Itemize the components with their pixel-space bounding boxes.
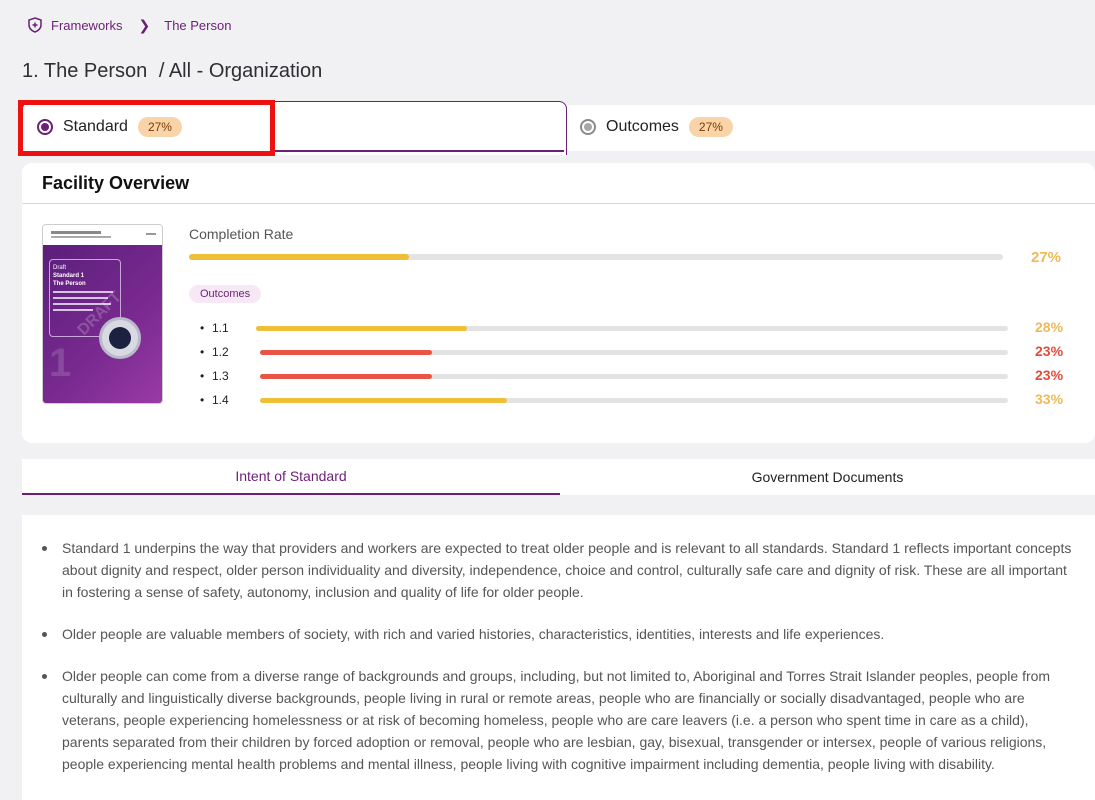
emblem-icon xyxy=(99,317,141,359)
outcome-percent: 33% xyxy=(1035,391,1064,407)
standard-cover-image: Draft Standard 1 The Person DRAFT 1 xyxy=(42,224,163,404)
outcome-progress-fill xyxy=(260,398,507,403)
intent-item-text: Standard 1 underpins the way that provid… xyxy=(62,540,1072,600)
shield-plus-icon xyxy=(28,17,42,33)
outcome-progress-bar xyxy=(260,350,1008,355)
intent-item-text: Older people can come from a diverse ran… xyxy=(62,668,1051,772)
breadcrumb-current[interactable]: The Person xyxy=(164,18,231,33)
outcome-percent: 23% xyxy=(1035,367,1064,383)
list-item: Standard 1 underpins the way that provid… xyxy=(42,537,1075,603)
outcome-bullet: • xyxy=(200,369,205,383)
intent-content: Standard 1 underpins the way that provid… xyxy=(22,515,1095,800)
page-title-scope: / All - Organization xyxy=(158,60,323,82)
breadcrumb-link-frameworks[interactable]: Frameworks xyxy=(51,18,123,33)
completion-percent: 27% xyxy=(1031,249,1062,266)
outcome-label-1-4[interactable]: 1.4 xyxy=(212,393,229,407)
outcome-label-1-1[interactable]: 1.1 xyxy=(212,321,229,335)
facility-overview-card: Facility Overview Draft Standard 1 The P… xyxy=(22,163,1095,443)
outcome-progress-bar xyxy=(256,326,1008,331)
section-tabs: Intent of Standard Government Documents xyxy=(22,459,1095,495)
outcome-progress-bar xyxy=(260,374,1008,379)
facility-overview-title: Facility Overview xyxy=(42,173,190,193)
tab-outcomes[interactable]: Outcomes 27% xyxy=(567,105,1095,151)
radio-outcomes[interactable] xyxy=(580,119,596,135)
cover-heading: Draft xyxy=(53,265,67,271)
outcome-label-1-2[interactable]: 1.2 xyxy=(212,345,229,359)
intent-item-text: Older people are valuable members of soc… xyxy=(62,626,885,642)
tab-outcomes-percent-badge: 27% xyxy=(688,117,733,137)
outcome-bullet: • xyxy=(200,393,205,407)
page-title: 1. The Person / All - Organization xyxy=(22,60,322,83)
outcome-bullet: • xyxy=(200,345,205,359)
breadcrumb: Frameworks ❯ The Person xyxy=(27,14,231,36)
tab-intent-of-standard[interactable]: Intent of Standard xyxy=(22,459,560,495)
list-item: Older people can come from a diverse ran… xyxy=(42,665,1075,775)
outcomes-tag: Outcomes xyxy=(189,285,262,303)
outcome-label-1-3[interactable]: 1.3 xyxy=(212,369,229,383)
cover-big-number: 1 xyxy=(49,341,72,385)
outcome-bullet: • xyxy=(200,321,205,335)
outcome-percent: 23% xyxy=(1035,343,1064,359)
outcome-progress-fill xyxy=(260,374,433,379)
chevron-right-icon: ❯ xyxy=(138,16,151,33)
cover-title-line2: The Person xyxy=(53,281,86,287)
intent-list: Standard 1 underpins the way that provid… xyxy=(22,515,1095,775)
tab-outcomes-label: Outcomes xyxy=(606,118,679,135)
list-item: Older people are valuable members of soc… xyxy=(42,623,1075,645)
page-title-main: 1. The Person xyxy=(22,60,148,82)
outcome-progress-bar xyxy=(260,398,1008,403)
completion-progress-bar xyxy=(189,254,1003,260)
completion-progress-fill xyxy=(189,254,409,260)
outcome-percent: 28% xyxy=(1035,319,1064,335)
cover-title-line1: Standard 1 xyxy=(53,273,85,279)
card-divider xyxy=(22,203,1095,204)
tab-government-documents[interactable]: Government Documents xyxy=(560,459,1095,495)
tab-active-underline xyxy=(275,150,564,152)
outcome-progress-fill xyxy=(256,326,467,331)
outcome-progress-fill xyxy=(260,350,433,355)
highlight-annotation-box xyxy=(18,100,275,156)
completion-rate-label: Completion Rate xyxy=(189,226,294,242)
